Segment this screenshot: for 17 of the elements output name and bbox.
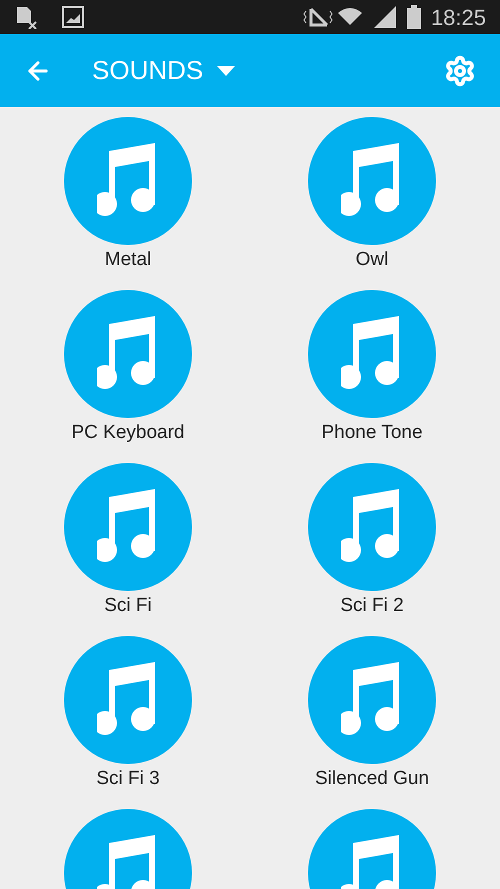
title-dropdown[interactable]: SOUNDS [92, 51, 236, 90]
sound-label: Phone Tone [321, 421, 423, 445]
sound-label: Owl [356, 248, 388, 272]
battery-icon [406, 5, 421, 29]
image-icon [62, 6, 84, 28]
sound-label: Metal [104, 248, 152, 272]
sound-label: Silenced Gun [314, 767, 430, 791]
sound-label: Sci Fi 3 [96, 767, 160, 791]
sim-card-icon [14, 5, 38, 29]
caret-icon [217, 66, 236, 76]
sound-label: Sci Fi 2 [340, 594, 404, 618]
settings-icon [444, 54, 476, 86]
sound-label: Sci Fi [104, 594, 152, 618]
settings-button[interactable] [444, 54, 476, 86]
sound-label: PC Keyboard [71, 421, 184, 445]
signal-icon [372, 5, 397, 29]
status-time: 18:25 [430, 4, 486, 32]
